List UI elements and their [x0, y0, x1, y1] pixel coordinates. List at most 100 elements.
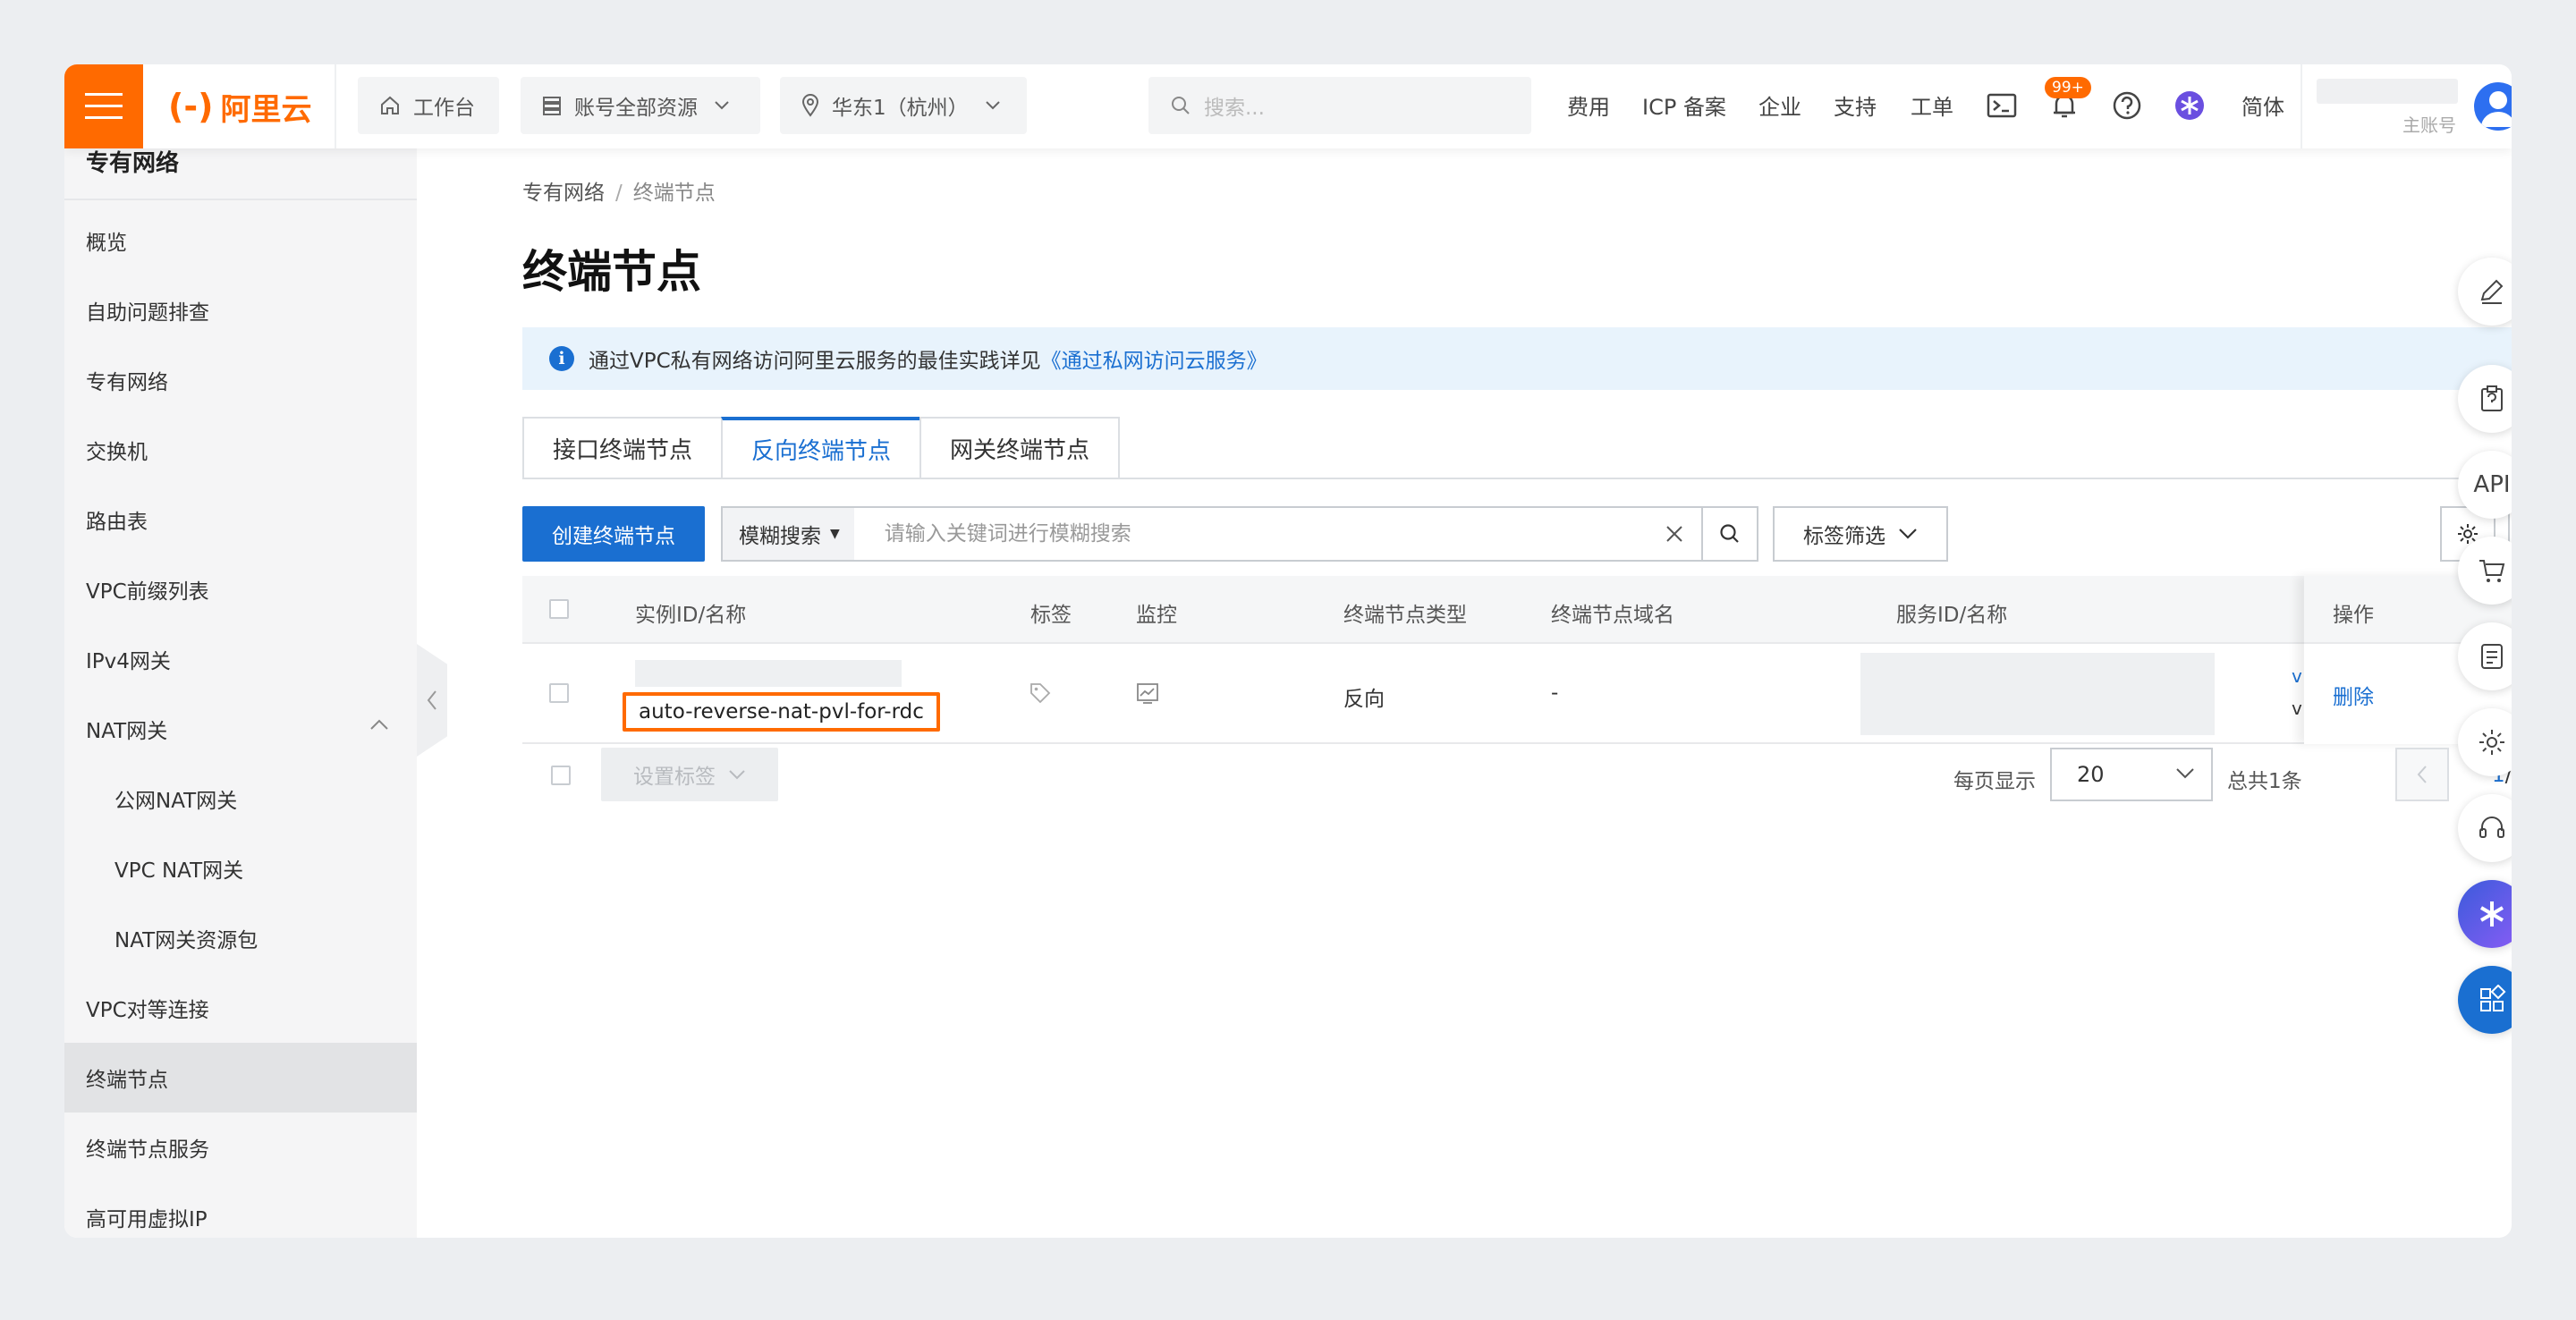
clear-search-button[interactable]	[1648, 524, 1701, 544]
notice-link[interactable]: 《通过私网访问云服务》	[1041, 343, 1267, 374]
delete-link[interactable]: 删除	[2333, 680, 2374, 710]
endpoint-search: 模糊搜索 ▼	[721, 506, 1758, 562]
icp-filing-link[interactable]: ICP 备案	[1642, 89, 1726, 121]
account-role-label: 主账号	[2402, 114, 2456, 136]
sidebar-item-prefix-list[interactable]: VPC前缀列表	[64, 554, 417, 624]
tab-reverse-endpoint[interactable]: 反向终端节点	[721, 417, 920, 479]
workbench-button[interactable]: 工作台	[358, 77, 499, 134]
enterprise-link[interactable]: 企业	[1758, 89, 1801, 121]
sidebar: 专有网络 概览 自助问题排查 专有网络 交换机 路由表 VPC前缀列表 IPv4…	[64, 148, 417, 1238]
sidebar-item-label: 终端节点服务	[86, 1138, 209, 1162]
sidebar-item-overview[interactable]: 概览	[64, 206, 417, 275]
sidebar-item-endpoint-service[interactable]: 终端节点服务	[64, 1113, 417, 1182]
sidebar-item-public-nat[interactable]: 公网NAT网关	[64, 764, 417, 833]
sidebar-item-ipv4-gateway[interactable]: IPv4网关	[64, 624, 417, 694]
chevron-down-icon	[1899, 529, 1917, 539]
service-id-redacted	[1860, 653, 2215, 735]
page-title: 终端节点	[522, 246, 701, 298]
column-header-service: 服务ID/名称	[1896, 604, 2008, 627]
global-search-input[interactable]: 搜索...	[1148, 77, 1531, 134]
sidebar-item-label: VPC前缀列表	[86, 580, 209, 604]
breadcrumb-vpc-link[interactable]: 专有网络	[522, 182, 605, 205]
chevron-up-icon	[370, 719, 388, 730]
sidebar-item-vpc-peering[interactable]: VPC对等连接	[64, 973, 417, 1043]
sidebar-item-nat-gateway[interactable]: NAT网关	[64, 694, 417, 764]
sidebar-item-nat-package[interactable]: NAT网关资源包	[64, 903, 417, 973]
search-mode-select[interactable]: 模糊搜索 ▼	[723, 508, 854, 560]
sidebar-item-label: 路由表	[86, 511, 148, 534]
row-checkbox[interactable]	[549, 683, 569, 703]
sidebar-item-havip[interactable]: 高可用虚拟IP	[64, 1182, 417, 1238]
help-icon[interactable]	[2111, 89, 2143, 122]
logo-text: 阿里云	[220, 91, 312, 128]
endpoint-domain: -	[1551, 681, 1559, 705]
column-header-type: 终端节点类型	[1343, 604, 1467, 627]
sidebar-item-route-table[interactable]: 路由表	[64, 485, 417, 554]
billing-link[interactable]: 费用	[1567, 89, 1610, 121]
page-size-select[interactable]: 20	[2050, 748, 2213, 801]
pencil-icon	[2480, 279, 2504, 304]
api-label: API	[2473, 471, 2511, 498]
sidebar-item-vswitch[interactable]: 交换机	[64, 415, 417, 485]
gear-icon	[2479, 730, 2504, 755]
tag-icon[interactable]	[1029, 681, 1052, 705]
ai-assistant-icon[interactable]	[2174, 89, 2206, 122]
column-header-monitor: 监控	[1136, 604, 1177, 627]
tag-filter-button[interactable]: 标签筛选	[1773, 506, 1948, 562]
column-header-tags: 标签	[1030, 604, 1072, 627]
info-icon: i	[549, 346, 574, 371]
ticket-link[interactable]: 工单	[1911, 89, 1953, 121]
endpoint-type: 反向	[1343, 688, 1385, 711]
table-row: auto-reverse-nat-pvl-for-rdc 反向 - v v	[522, 644, 2512, 744]
clipboard-question-icon	[2481, 385, 2503, 411]
table-header: 实例ID/名称 标签 监控 终端节点类型 终端节点域名 服务ID/名称	[522, 576, 2512, 644]
resource-scope-label: 账号全部资源	[574, 97, 698, 120]
main-content: 专有网络 / 终端节点 终端节点 i 通过VPC私有网络访问阿里云服务的最佳实践详见…	[417, 148, 2512, 1238]
sidebar-item-vpc[interactable]: 专有网络	[64, 345, 417, 415]
search-icon	[1720, 524, 1739, 543]
tab-gateway-endpoint[interactable]: 网关终端节点	[919, 417, 1121, 479]
monitor-chart-icon[interactable]	[1136, 681, 1159, 705]
account-name-redacted[interactable]	[2317, 79, 2458, 104]
search-button[interactable]	[1701, 508, 1757, 560]
sidebar-item-endpoint[interactable]: 终端节点	[64, 1043, 417, 1113]
language-switch[interactable]: 简体	[2241, 89, 2284, 121]
region-select[interactable]: 华东1（杭州）	[780, 77, 1027, 134]
sidebar-item-label: NAT网关	[86, 720, 168, 743]
instance-id-redacted[interactable]	[635, 660, 902, 687]
tab-interface-endpoint[interactable]: 接口终端节点	[522, 417, 722, 479]
set-tags-button[interactable]: 设置标签	[601, 748, 778, 801]
notice-text: 通过VPC私有网络访问阿里云服务的最佳实践详见	[589, 350, 1041, 373]
aliyun-logo[interactable]: (-) 阿里云	[168, 84, 312, 129]
hamburger-menu-button[interactable]	[64, 64, 143, 148]
page-size-label: 每页显示	[1953, 770, 2036, 793]
sidebar-item-vpc-nat[interactable]: VPC NAT网关	[64, 833, 417, 903]
truncated-column-link[interactable]: v	[2292, 665, 2302, 687]
select-all-checkbox[interactable]	[549, 599, 569, 619]
aliyun-logo-mark-icon: (-)	[168, 87, 214, 126]
divider	[2301, 64, 2302, 148]
terminal-icon[interactable]	[1986, 89, 2018, 122]
select-all-checkbox-bottom[interactable]	[551, 766, 571, 785]
notification-badge: 99+	[2045, 77, 2091, 98]
chevron-down-icon	[729, 770, 745, 780]
sidebar-item-label: 交换机	[86, 441, 148, 464]
ai-star-icon	[2479, 901, 2504, 927]
resource-scope-select[interactable]: 账号全部资源	[521, 77, 760, 134]
caret-down-icon: ▼	[830, 527, 840, 541]
set-tags-label: 设置标签	[633, 766, 716, 789]
create-endpoint-button[interactable]: 创建终端节点	[522, 506, 705, 562]
column-header-actions: 操作	[2333, 604, 2374, 627]
search-mode-label: 模糊搜索	[739, 525, 821, 548]
keyword-search-input[interactable]	[853, 508, 1648, 560]
support-link[interactable]: 支持	[1834, 89, 1877, 121]
sidebar-item-label: 自助问题排查	[86, 301, 209, 325]
sidebar-item-troubleshooting[interactable]: 自助问题排查	[64, 275, 417, 345]
info-notice: i 通过VPC私有网络访问阿里云服务的最佳实践详见 《通过私网访问云服务》	[522, 327, 2512, 390]
user-avatar[interactable]	[2474, 82, 2512, 131]
prev-page-button[interactable]	[2395, 748, 2449, 801]
column-header-domain: 终端节点域名	[1551, 604, 1674, 627]
tag-filter-label: 标签筛选	[1803, 525, 1885, 548]
divider	[64, 199, 417, 200]
breadcrumb-current: 终端节点	[632, 182, 716, 205]
